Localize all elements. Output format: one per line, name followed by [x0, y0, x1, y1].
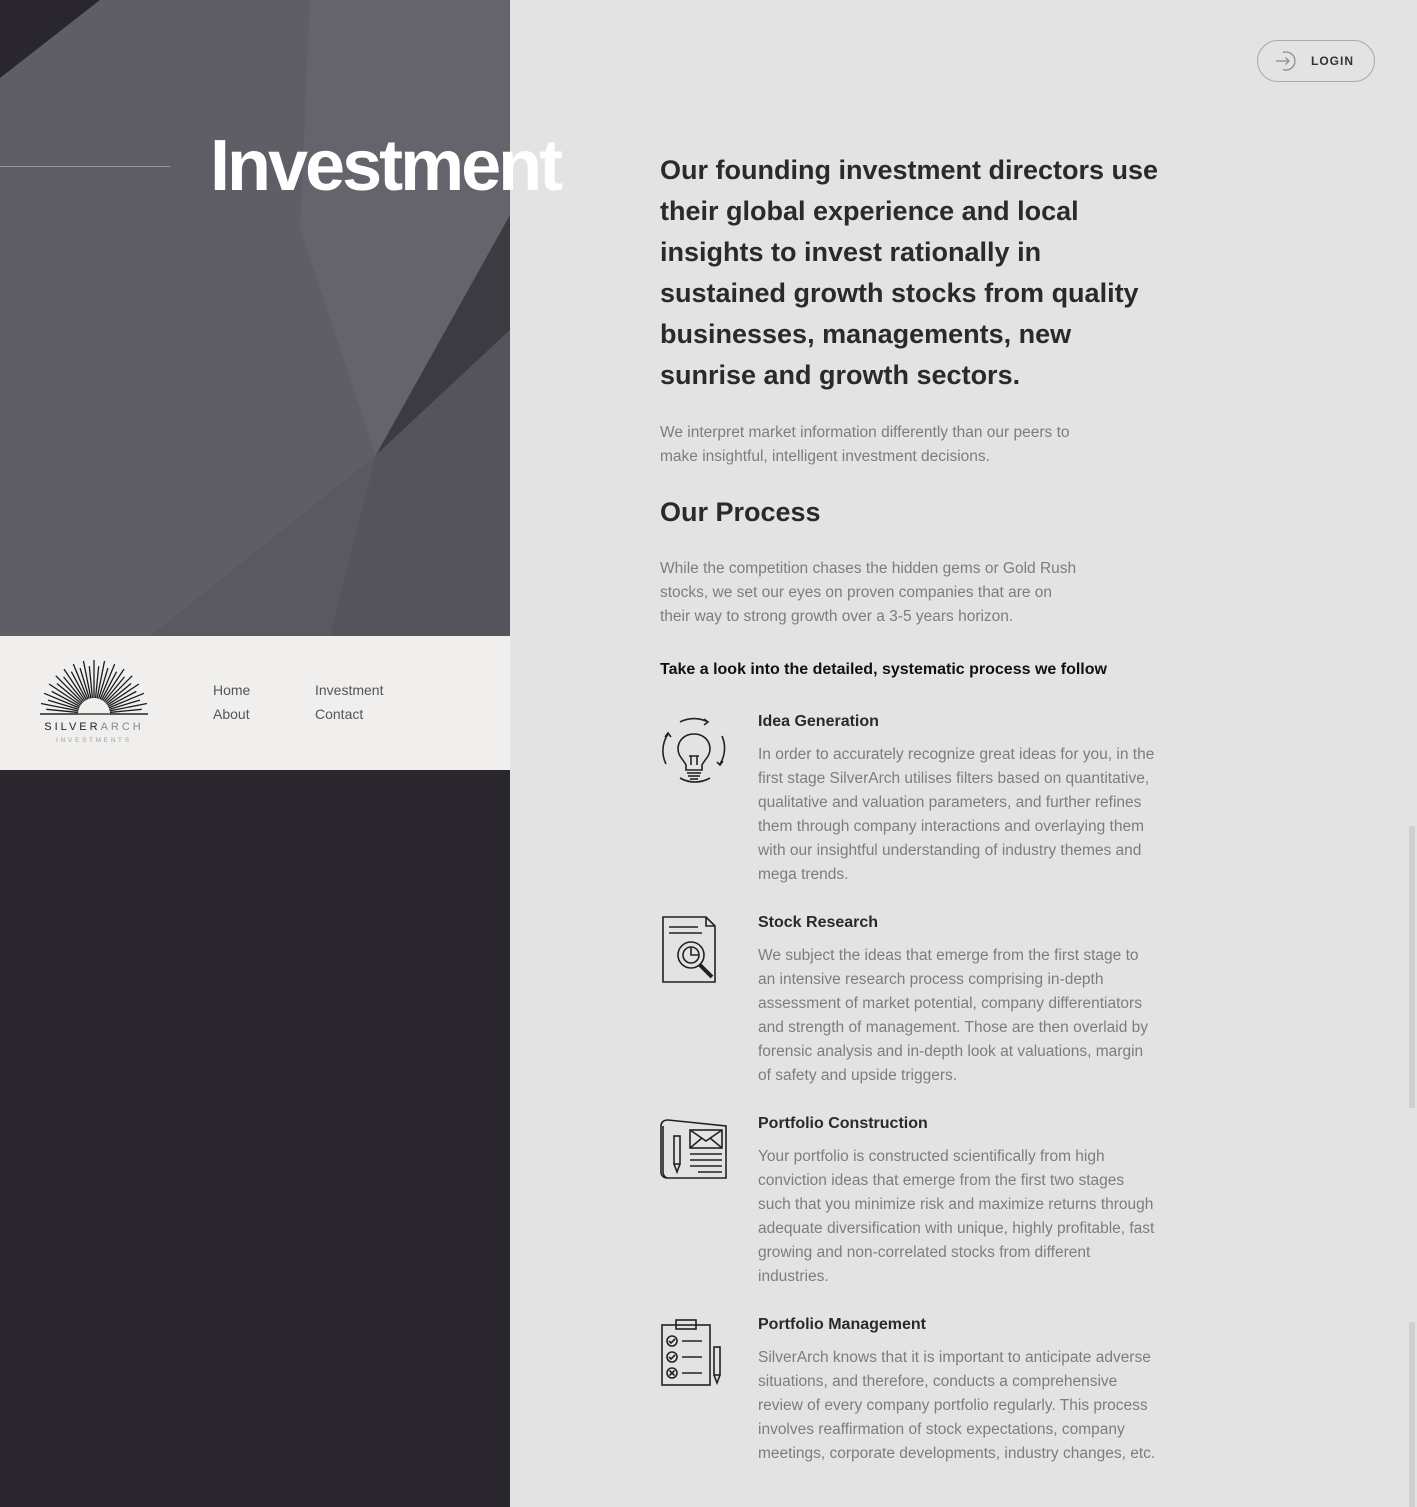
logo-wordmark: SILVERARCH [44, 721, 144, 733]
scroll-indicator[interactable] [1409, 826, 1415, 1108]
nav-link-about[interactable]: About [213, 706, 250, 722]
research-document-icon [662, 916, 716, 983]
intro-body: We interpret market information differen… [660, 424, 1070, 465]
step-description-idea-generation: In order to accurately recognize great i… [758, 746, 1155, 883]
hero-image [0, 0, 510, 636]
hero-abstract-shapes [0, 0, 510, 636]
login-arrow-icon [1276, 51, 1296, 71]
footer-nav-panel: SILVERARCH INVESTMENTS Home About Invest… [0, 636, 510, 770]
blueprint-icon [660, 1119, 727, 1179]
login-button[interactable]: LOGIN [1257, 40, 1375, 82]
process-intro: While the competition chases the hidden … [660, 560, 1077, 625]
process-heading: Our Process [660, 497, 821, 527]
step-title-stock-research: Stock Research [758, 914, 879, 931]
left-column: SILVERARCH INVESTMENTS Home About Invest… [0, 0, 510, 1507]
nav-link-home[interactable]: Home [213, 682, 250, 698]
silverarch-logo[interactable]: SILVERARCH INVESTMENTS [38, 658, 150, 748]
step-title-portfolio-construction: Portfolio Construction [758, 1115, 928, 1132]
lightbulb-icon [662, 717, 726, 783]
scroll-indicator-secondary[interactable] [1409, 1322, 1415, 1507]
checklist-clipboard-icon [661, 1319, 721, 1386]
nav-link-contact[interactable]: Contact [315, 706, 363, 722]
step-description-stock-research: We subject the ideas that emerge from th… [758, 947, 1149, 1084]
step-description-portfolio-management: SilverArch knows that it is important to… [758, 1349, 1156, 1462]
process-cta: Take a look into the detailed, systemati… [660, 661, 1107, 678]
intro-lead: Our founding investment directors use th… [660, 155, 1159, 390]
nav-link-investment[interactable]: Investment [315, 682, 383, 698]
sunburst-logo-icon [40, 660, 148, 715]
page-title: Investment [210, 126, 563, 206]
step-title-idea-generation: Idea Generation [758, 713, 879, 730]
hero-divider-line [0, 166, 170, 167]
step-title-portfolio-management: Portfolio Management [758, 1316, 927, 1333]
step-description-portfolio-construction: Your portfolio is constructed scientific… [758, 1148, 1155, 1285]
logo-tagline: INVESTMENTS [56, 738, 132, 744]
login-label: LOGIN [1311, 54, 1354, 68]
